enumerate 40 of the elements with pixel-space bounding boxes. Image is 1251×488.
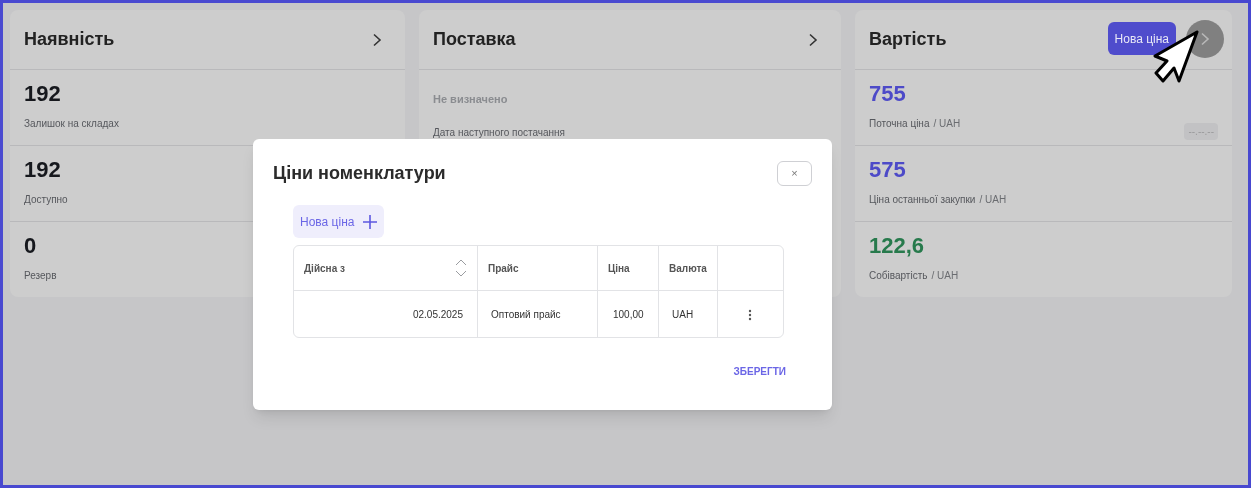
card-title: Наявність	[24, 28, 116, 51]
stat-value: 755	[869, 82, 906, 106]
card-title: Вартість	[869, 28, 948, 51]
stat-label: Ціна останньої закупки	[869, 193, 976, 207]
stat-value: 122,6	[869, 234, 925, 258]
table-cell: Оптовий прайс	[478, 291, 598, 337]
chevron-icon	[372, 32, 382, 47]
column-label: Дійсна з	[304, 261, 345, 276]
column-header: Валюта	[659, 246, 718, 291]
stat-value: 192	[24, 158, 61, 182]
card-title: Поставка	[433, 28, 517, 51]
dialog-title: Ціни номенклатури	[273, 162, 447, 185]
stat-label: Поточна ціна	[869, 117, 930, 131]
chevron-icon	[1200, 31, 1210, 46]
chevron-icon	[808, 32, 818, 47]
save-button[interactable]: ЗБЕРЕГТИ	[733, 364, 786, 379]
stat-label: Дата наступного постачання	[433, 126, 565, 140]
stat-value: 575	[869, 158, 906, 182]
table-cell: 02.05.2025	[294, 291, 478, 337]
table-cell: 100,00	[598, 291, 659, 337]
stat-label: Залишок на складах	[24, 117, 119, 131]
stat-value: Не визначено	[433, 92, 508, 107]
new-price-button[interactable]: Нова ціна	[1107, 22, 1176, 55]
unit-label: / UAH	[979, 193, 1007, 207]
plus-icon	[363, 214, 378, 229]
unit-label: / UAH	[931, 269, 959, 283]
column-header: Ціна	[598, 246, 659, 291]
date-badge: --.--.--	[1184, 123, 1218, 140]
sort-icon[interactable]	[455, 259, 467, 277]
stat-label: Собівартість	[869, 269, 928, 283]
table-cell: UAH	[659, 291, 718, 337]
unit-label: / UAH	[933, 117, 961, 131]
stat-value: 192	[24, 82, 61, 106]
stat-label: Резерв	[24, 269, 57, 283]
stat-label: Доступно	[24, 193, 68, 207]
new-price-button[interactable]: Нова ціна	[293, 205, 385, 238]
column-header: Прайс	[478, 246, 598, 291]
stat-value: 0	[24, 234, 37, 258]
close-button[interactable]: ×	[777, 161, 812, 186]
more-icon[interactable]	[748, 308, 753, 321]
